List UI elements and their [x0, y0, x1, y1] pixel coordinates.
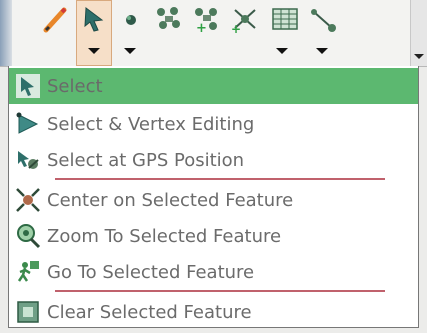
add-features-icon[interactable]: + — [192, 4, 222, 36]
select-cursor-icon — [15, 73, 41, 99]
menu-item-select-vertex-editing[interactable]: Select & Vertex Editing — [9, 106, 418, 142]
menu-item-clear-selected-feature[interactable]: Clear Selected Feature — [9, 294, 418, 330]
gps-select-icon — [15, 147, 41, 173]
connect-features-icon[interactable]: + — [230, 4, 260, 36]
center-feature-icon — [15, 187, 41, 213]
table-tool-dropdown-arrow[interactable] — [276, 48, 288, 54]
menu-item-label: Select — [47, 75, 103, 97]
zoom-feature-icon — [15, 223, 41, 249]
menu-separator — [55, 178, 385, 180]
menu-item-label: Clear Selected Feature — [47, 301, 252, 323]
point-tool-dropdown-arrow[interactable] — [124, 48, 136, 54]
vertex-edit-icon — [15, 111, 41, 137]
line-icon[interactable] — [308, 4, 338, 34]
select-cursor-icon[interactable] — [80, 4, 110, 34]
menu-item-label: Select at GPS Position — [47, 149, 245, 171]
select-tool-dropdown-arrow[interactable] — [88, 48, 100, 54]
select-dropdown-menu: Select Select & Vertex Editing Select at… — [8, 66, 419, 328]
svg-text:+: + — [231, 22, 241, 34]
menu-item-center-selected-feature[interactable]: Center on Selected Feature — [9, 182, 418, 218]
menu-item-label: Zoom To Selected Feature — [47, 225, 282, 247]
goto-feature-icon — [15, 259, 41, 285]
clear-selection-icon — [15, 299, 41, 325]
menu-item-label: Center on Selected Feature — [47, 189, 294, 211]
svg-text:+: + — [196, 21, 207, 34]
menu-item-label: Select & Vertex Editing — [47, 113, 255, 135]
toolbar-overflow-button[interactable] — [410, 0, 427, 66]
features-icon[interactable] — [154, 4, 184, 34]
menu-item-zoom-selected-feature[interactable]: Zoom To Selected Feature — [9, 218, 418, 254]
menu-item-label: Go To Selected Feature — [47, 261, 255, 283]
menu-separator — [55, 290, 385, 292]
pencil-icon[interactable] — [40, 4, 70, 34]
menu-item-select-gps-position[interactable]: Select at GPS Position — [9, 142, 418, 178]
line-tool-dropdown-arrow[interactable] — [316, 48, 328, 54]
toolbar: + + — [0, 0, 427, 67]
menu-item-select[interactable]: Select — [9, 68, 418, 104]
table-icon[interactable] — [270, 4, 300, 34]
menu-item-goto-selected-feature[interactable]: Go To Selected Feature — [9, 254, 418, 290]
point-icon[interactable] — [118, 4, 148, 34]
